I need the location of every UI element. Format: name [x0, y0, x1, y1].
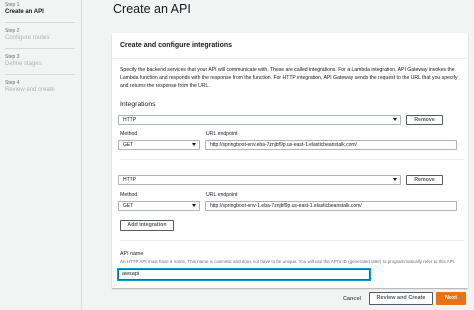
- url-endpoint-input[interactable]: http://springboot-env-1.eba-7znjbf9p.us-…: [205, 201, 457, 211]
- step-divider: [5, 74, 75, 75]
- method-label: Method: [120, 192, 138, 198]
- page-title: Create an API: [113, 2, 191, 16]
- step-number: Step 2: [5, 28, 20, 34]
- step-number: Step 3: [5, 54, 20, 60]
- next-button[interactable]: Next: [436, 292, 466, 305]
- integration-divider: [120, 159, 464, 160]
- step-number: Step 1: [5, 2, 20, 8]
- api-name-input[interactable]: awsapi: [118, 269, 370, 280]
- step-divider: [5, 22, 75, 23]
- step-divider: [5, 48, 75, 49]
- integration-type-value: HTTP: [123, 117, 137, 123]
- chevron-down-icon: [192, 143, 196, 146]
- integrations-panel: Create and configure integrations Specif…: [112, 33, 468, 288]
- api-name-hint: An HTTP API must have a name. This name …: [120, 259, 456, 264]
- integration-type-value: HTTP: [123, 177, 137, 183]
- chevron-down-icon: [393, 178, 397, 181]
- add-integration-button[interactable]: Add integration: [120, 220, 174, 231]
- method-select[interactable]: GET: [118, 140, 200, 150]
- cancel-button[interactable]: Cancel: [343, 296, 361, 302]
- chevron-down-icon: [192, 204, 196, 207]
- wizard-steps: Step 1 Create an API Step 2 Configure ro…: [0, 0, 82, 310]
- step-4: Step 4 Review and create: [5, 80, 55, 93]
- url-endpoint-label: URL endpoint: [206, 131, 238, 137]
- method-select[interactable]: GET: [118, 201, 200, 211]
- section-divider: [120, 240, 464, 241]
- panel-header: Create and configure integrations: [112, 33, 468, 59]
- remove-integration-button[interactable]: Remove: [406, 175, 443, 185]
- step-3: Step 3 Define stages: [5, 54, 42, 67]
- step-1[interactable]: Step 1 Create an API: [5, 2, 44, 15]
- step-name: Review and create: [5, 87, 55, 93]
- method-label: Method: [120, 131, 138, 137]
- remove-integration-button[interactable]: Remove: [406, 115, 443, 125]
- step-name: Create an API: [5, 9, 44, 15]
- step-name: Define stages: [5, 61, 42, 67]
- review-and-create-button[interactable]: Review and Create: [369, 292, 433, 305]
- integration-type-select[interactable]: HTTP: [118, 115, 401, 125]
- url-endpoint-label: URL endpoint: [206, 192, 238, 198]
- panel-title: Create and configure integrations: [120, 42, 233, 49]
- panel-description: Specify the backend services that your A…: [120, 67, 458, 89]
- integration-type-select[interactable]: HTTP: [118, 175, 401, 185]
- step-name: Configure routes: [5, 35, 50, 41]
- step-number: Step 4: [5, 80, 20, 86]
- chevron-down-icon: [393, 118, 397, 121]
- method-value: GET: [123, 203, 134, 209]
- api-name-label: API name: [120, 251, 144, 257]
- step-2: Step 2 Configure routes: [5, 28, 49, 41]
- integrations-label: Integrations: [120, 101, 156, 108]
- url-endpoint-input[interactable]: http://springboot-env.eba-7znjbf9p.us-ea…: [205, 140, 457, 150]
- create-api-page: Step 1 Create an API Step 2 Configure ro…: [0, 0, 474, 310]
- method-value: GET: [123, 142, 134, 148]
